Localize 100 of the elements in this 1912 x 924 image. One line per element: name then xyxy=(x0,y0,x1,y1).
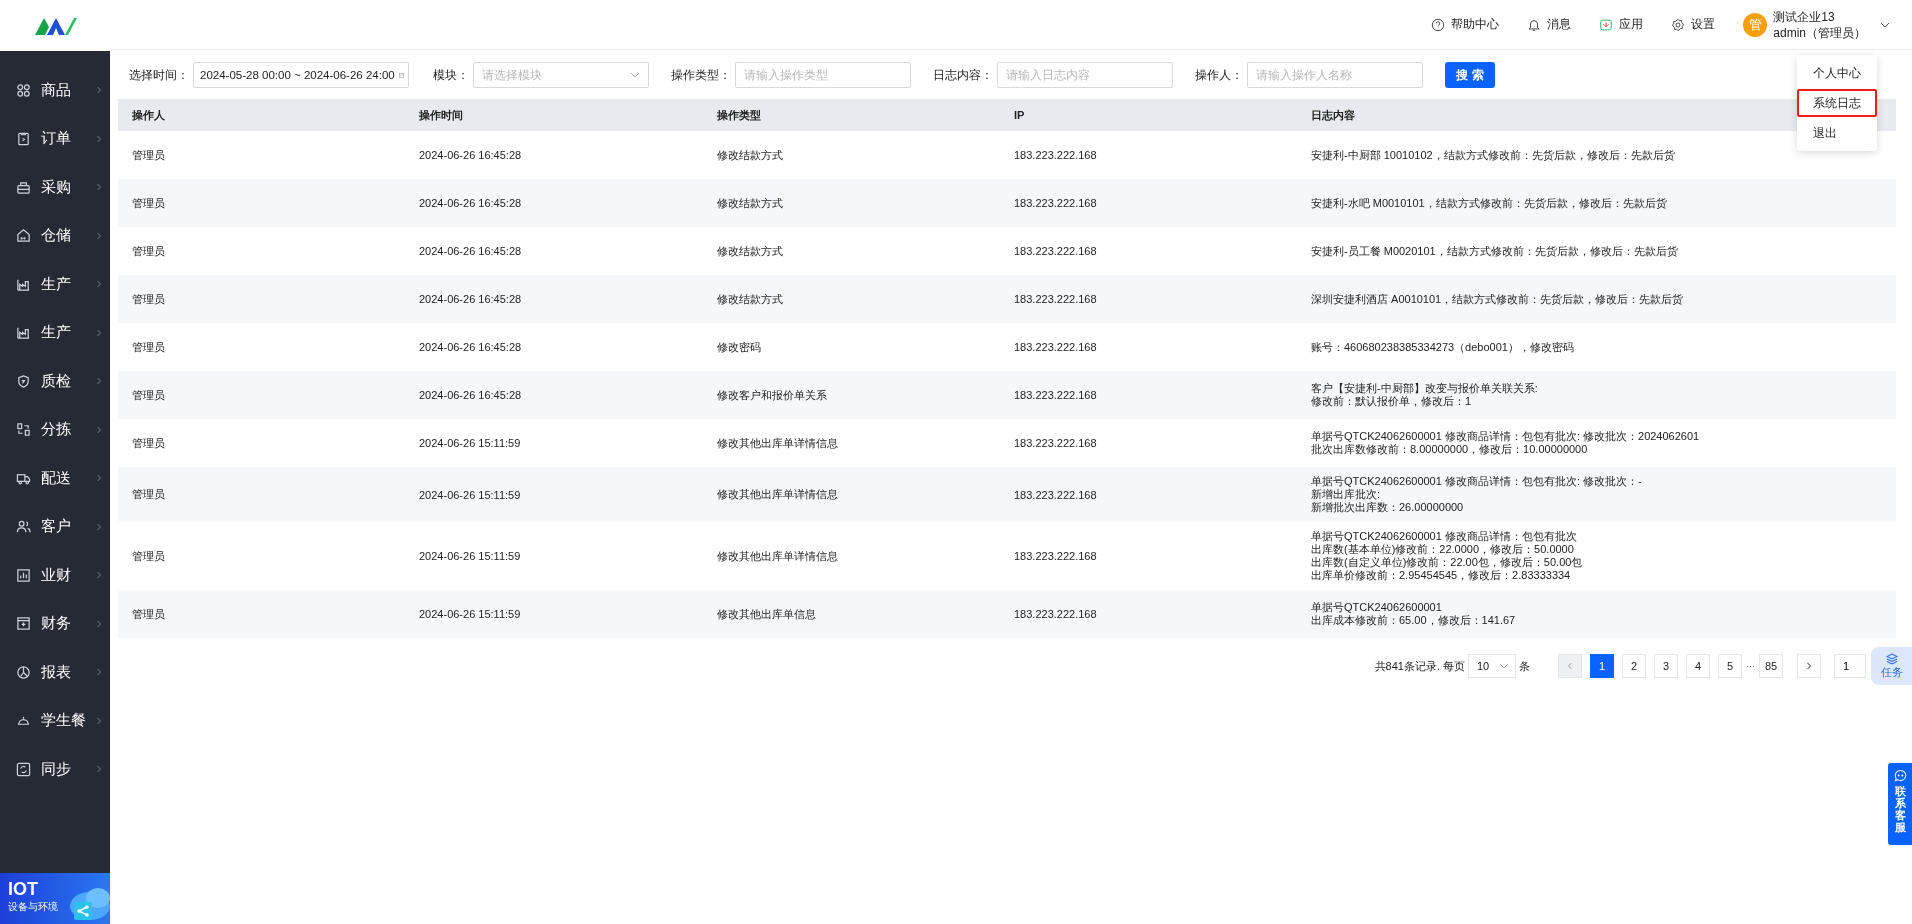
menu-item[interactable]: 退出 xyxy=(1797,119,1877,147)
log-content: 单据号QTCK24062600001 修改商品详情：包包有批次: 修改批次：- 新增出库批次: 新增批次出库数：26.00000000 xyxy=(1310,475,1643,514)
table-cell-text: 管理员 xyxy=(131,548,166,564)
table-cell-text: 183.223.222.168 xyxy=(1013,149,1098,161)
bell-icon xyxy=(1527,17,1542,32)
table-cell-text: 修改客户和报价单关系 xyxy=(716,387,828,403)
chat-icon xyxy=(1893,769,1907,782)
chevron-right-icon xyxy=(95,134,103,143)
table-cell-text: 2024-06-26 16:45:28 xyxy=(418,293,523,305)
page-size-select[interactable]: 10 xyxy=(1468,654,1516,678)
table-cell-text: 修改其他出库单详情信息 xyxy=(716,435,839,451)
input-field[interactable]: 请输入日志内容 xyxy=(997,62,1173,88)
menu-icon xyxy=(16,228,31,244)
chevron-right-icon xyxy=(95,571,103,580)
log-content: 单据号QTCK24062600001 出库成本修改前：65.00，修改后：141.67 xyxy=(1310,601,1517,627)
ellipsis: ··· xyxy=(1746,661,1755,671)
contact-service-button[interactable]: 联系客服 xyxy=(1888,763,1912,845)
page-button[interactable]: 2 xyxy=(1622,654,1646,678)
company-name: 测试企业13 xyxy=(1773,8,1836,25)
table-cell-text: 183.223.222.168 xyxy=(1013,245,1098,257)
chevron-right-icon xyxy=(95,668,103,677)
sidebar-item[interactable]: 质检 xyxy=(0,357,110,406)
input-field[interactable]: 请输入操作人名称 xyxy=(1247,62,1423,88)
sidebar-item[interactable]: 分拣 xyxy=(0,405,110,454)
input-field[interactable]: 请输入操作类型 xyxy=(735,62,911,88)
filter-label: 日志内容： xyxy=(933,66,993,84)
table-cell-text: 管理员 xyxy=(131,487,166,502)
page-jump-field[interactable]: 1 xyxy=(1834,654,1866,678)
menu-icon xyxy=(16,761,31,777)
sidebar-item[interactable]: 生产 xyxy=(0,260,110,309)
chevron-right-icon xyxy=(95,522,103,531)
sidebar-item[interactable]: 商品 xyxy=(0,66,110,115)
table-cell-text: 修改其他出库单详情信息 xyxy=(716,487,839,502)
header-link[interactable]: 帮助中心 xyxy=(1451,16,1500,33)
sidebar-item[interactable]: 报表 xyxy=(0,648,110,697)
table-cell-text: 管理员 xyxy=(131,243,166,259)
menu-icon xyxy=(16,373,31,389)
table-cell-text: 2024-06-26 16:45:28 xyxy=(418,389,523,401)
page-button[interactable]: 5 xyxy=(1718,654,1742,678)
page-size-unit: 条 xyxy=(1519,658,1530,674)
sidebar-item[interactable]: 业财 xyxy=(0,551,110,600)
filter-label: 操作人： xyxy=(1195,66,1243,84)
chevron-right-icon xyxy=(95,280,103,289)
table-cell-text: 2024-06-26 15:11:59 xyxy=(418,437,522,449)
sidebar-item[interactable]: 同步 xyxy=(0,745,110,794)
header-link[interactable]: 设置 xyxy=(1691,16,1716,33)
account-name: admin（管理员） xyxy=(1773,24,1866,41)
sidebar-item[interactable]: 学生餐 xyxy=(0,696,110,745)
sidebar-item[interactable]: 订单 xyxy=(0,114,110,163)
table-cell-text: 管理员 xyxy=(131,147,166,163)
page-button[interactable]: 3 xyxy=(1654,654,1678,678)
chevron-left-icon xyxy=(1566,662,1574,670)
log-content: 账号：460680238385334273（debo001），修改密码 xyxy=(1310,340,1575,354)
table-cell-text: 管理员 xyxy=(131,387,166,403)
sidebar-item[interactable]: 财务 xyxy=(0,599,110,648)
page-button[interactable]: 1 xyxy=(1590,654,1614,678)
menu-item[interactable]: 系统日志 xyxy=(1797,89,1877,117)
table-cell-text: 修改结款方式 xyxy=(716,243,784,259)
chevron-down-icon xyxy=(630,70,640,80)
menu-icon xyxy=(16,422,31,438)
layers-icon xyxy=(1885,652,1898,665)
table-cell-text: 修改结款方式 xyxy=(716,147,784,163)
page-button[interactable]: 85 xyxy=(1759,654,1783,678)
task-button[interactable]: 任务 xyxy=(1871,647,1912,685)
table-cell-text: 183.223.222.168 xyxy=(1013,608,1098,620)
menu-icon xyxy=(16,616,31,632)
chevron-right-icon xyxy=(95,231,103,240)
table-cell-text: 修改其他出库单详情信息 xyxy=(716,548,839,564)
chevron-right-icon xyxy=(95,86,103,95)
search-button[interactable]: 搜 索 xyxy=(1445,62,1495,88)
sidebar-item[interactable]: 配送 xyxy=(0,454,110,503)
table-cell-text: 管理员 xyxy=(131,435,166,451)
table-cell-text: 管理员 xyxy=(131,291,166,307)
table-cell-text: 2024-06-26 15:11:59 xyxy=(418,608,522,620)
table-cell-text: 183.223.222.168 xyxy=(1013,341,1098,353)
sidebar-item[interactable]: 生产 xyxy=(0,308,110,357)
sidebar-item[interactable]: 采购 xyxy=(0,163,110,212)
chevron-right-icon xyxy=(95,425,103,434)
date-range-field[interactable]: 2024-05-28 00:00 ~ 2024-06-26 24:00 xyxy=(193,62,409,88)
table-cell-text: 修改其他出库单信息 xyxy=(716,606,817,622)
sidebar-item[interactable]: 客户 xyxy=(0,502,110,551)
menu-icon xyxy=(16,325,31,341)
next-page-button[interactable] xyxy=(1797,654,1821,678)
iot-banner[interactable]: IOT 设备与环境 xyxy=(0,873,110,924)
table-cell-text: 2024-06-26 16:45:28 xyxy=(418,149,523,161)
chevron-down-icon xyxy=(1499,661,1509,671)
page-button[interactable]: 4 xyxy=(1686,654,1710,678)
filter-label: 选择时间： xyxy=(129,66,189,84)
header-link[interactable]: 应用 xyxy=(1619,16,1644,33)
log-content: 安捷利-中厨部 10010102，结款方式修改前：先货后款，修改后：先款后货 xyxy=(1310,148,1676,162)
menu-item[interactable]: 个人中心 xyxy=(1797,59,1877,87)
chevron-right-icon xyxy=(95,183,103,192)
table-cell-text: 2024-06-26 15:11:59 xyxy=(418,488,522,501)
header-link[interactable]: 消息 xyxy=(1547,16,1572,33)
log-content: 深圳安捷利酒店 A0010101，结款方式修改前：先货后款，修改后：先款后货 xyxy=(1310,292,1685,306)
help-icon xyxy=(1431,17,1446,32)
sidebar-item[interactable]: 仓储 xyxy=(0,211,110,260)
table-cell-text: 183.223.222.168 xyxy=(1013,488,1098,501)
table-cell-text: 2024-06-26 16:45:28 xyxy=(418,341,523,353)
column-header: 日志内容 xyxy=(1310,107,1356,123)
